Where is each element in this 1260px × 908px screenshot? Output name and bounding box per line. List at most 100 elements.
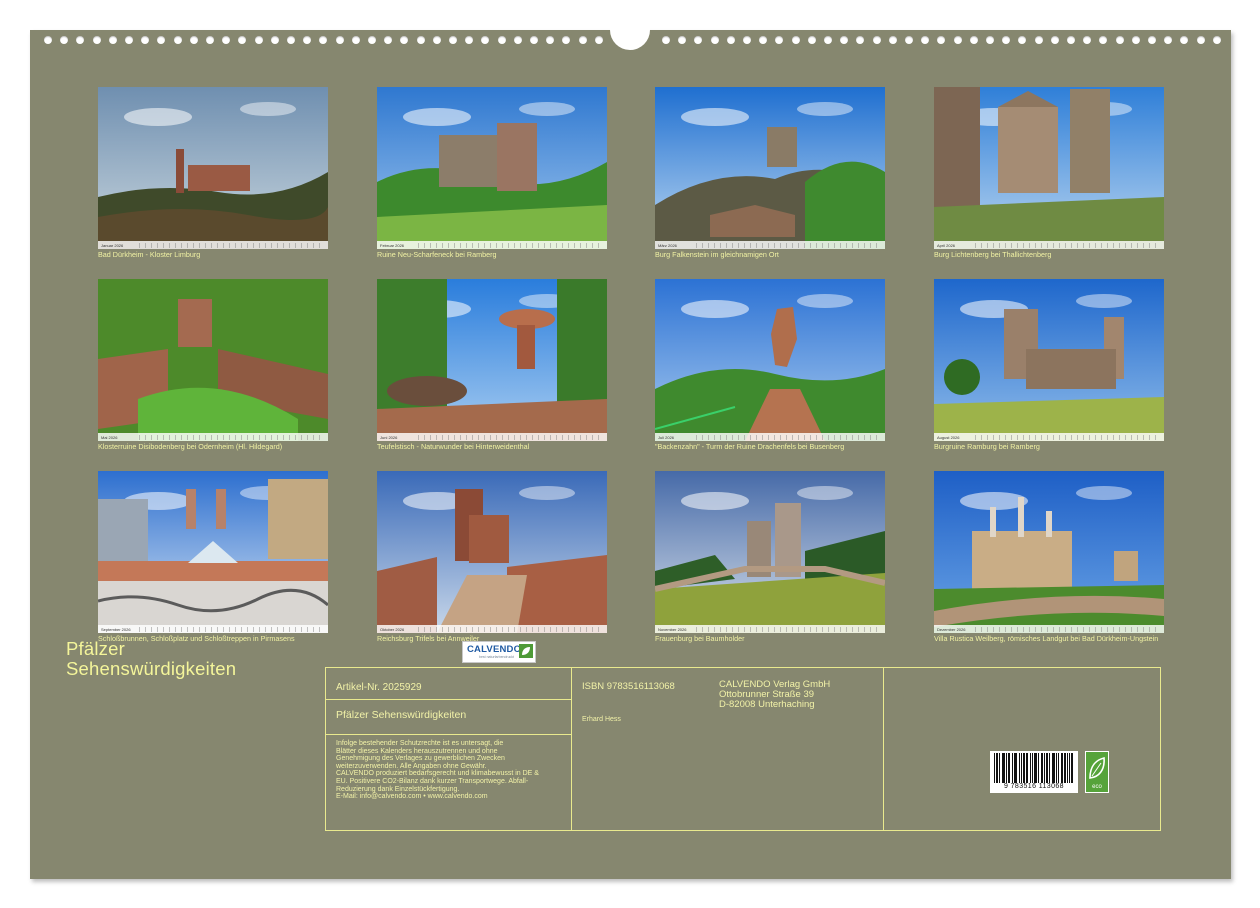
mini-calendar-month: Februar 2026 [380, 242, 405, 248]
binding-hole [694, 36, 703, 44]
calvendo-logo-text: CALVENDO [467, 644, 522, 655]
mini-calendar-strip: Dezember 2026 [934, 625, 1164, 633]
binding-hole [937, 36, 946, 44]
binding-hole [546, 36, 555, 44]
binding-hole [1083, 36, 1092, 44]
photo-caption: Villa Rustica Weilberg, römisches Landgu… [934, 634, 1159, 643]
binding-hole [481, 36, 490, 44]
month-photo: November 2026 [655, 471, 885, 633]
photo-caption: Burgruine Ramburg bei Ramberg [934, 442, 1040, 451]
isbn-barcode: 9 783516 113068 [990, 751, 1078, 793]
binding-hole [710, 36, 719, 44]
binding-hole [888, 36, 897, 44]
binding-hole [775, 36, 784, 44]
month-photo: April 2026 [934, 87, 1164, 249]
photo-caption: Bad Dürkheim - Kloster Limburg [98, 250, 201, 259]
mini-calendar-month: März 2026 [658, 242, 677, 248]
mini-calendar-days [696, 626, 882, 632]
binding-hole [791, 36, 800, 44]
binding-hole [157, 36, 166, 44]
binding-hole [125, 36, 133, 44]
binding-hole [173, 36, 182, 44]
eco-badge: eco [1085, 751, 1109, 793]
legal-line: Genehmigung des Verlages zu gewerblichen… [336, 755, 505, 763]
binding-hole [270, 36, 279, 44]
binding-hole [840, 36, 849, 44]
mini-calendar-days [139, 434, 325, 440]
photo-caption: Frauenburg bei Baumholder [655, 634, 745, 643]
leaf-icon [519, 644, 533, 658]
legal-line: Infolge bestehender Schutzrechte ist es … [336, 740, 504, 747]
mini-calendar-strip: November 2026 [655, 625, 885, 633]
calendar-title: Pfälzer Sehenswürdigkeiten [66, 639, 296, 679]
binding-hole [1067, 36, 1075, 44]
mini-calendar-month: Dezember 2026 [937, 626, 966, 632]
binding-hole [238, 36, 247, 44]
legal-line: EU. Positivere CO2-Bilanz dank kurzer Tr… [336, 777, 529, 785]
binding-hole [662, 36, 670, 44]
binding-hole [969, 36, 978, 44]
mini-calendar-strip: Januar 2026 [98, 241, 328, 249]
month-photo: Oktober 2026 [377, 471, 607, 633]
binding-hole [416, 36, 425, 44]
mini-calendar-days [418, 434, 604, 440]
binding-hole [986, 36, 994, 44]
binding-hole [743, 36, 751, 44]
binding-hole [351, 36, 360, 44]
binding-hole [678, 36, 687, 44]
binding-hole [953, 36, 962, 44]
mini-calendar-strip: Februar 2026 [377, 241, 607, 249]
binding-hole [303, 36, 312, 44]
binding-hole [1002, 36, 1011, 44]
author: Erhard Hess [582, 716, 621, 723]
binding-hole [44, 36, 52, 44]
binding-hole [1180, 36, 1189, 44]
mini-calendar-strip: Mai 2026 [98, 433, 328, 441]
month-photo: September 2026 [98, 471, 328, 633]
publisher-address: CALVENDO Verlag GmbH Ottobrunner Straße … [719, 680, 830, 709]
barcode-lines [994, 753, 1073, 783]
binding-hole [497, 36, 506, 44]
binding-hole [1164, 36, 1173, 44]
binding-hole [92, 36, 101, 44]
month-photo: März 2026 [655, 87, 885, 249]
binding-hole [1196, 36, 1205, 44]
month-photo: Juli 2026 [655, 279, 885, 441]
binding-hole [206, 36, 214, 44]
mini-calendar-days [696, 434, 882, 440]
binding-hole [368, 36, 376, 44]
legal-line: E-Mail: info@calvendo.com • www.calvendo… [336, 793, 488, 801]
binding-hole [759, 36, 768, 44]
mini-calendar-month: Oktober 2026 [380, 626, 405, 632]
mini-calendar-strip: September 2026 [98, 625, 328, 633]
photo-caption: Burg Falkenstein im gleichnamigen Ort [655, 250, 779, 259]
mini-calendar-days [975, 626, 1161, 632]
info-box-barcode [883, 667, 1161, 831]
binding-hole [287, 36, 295, 44]
binding-hole [594, 36, 603, 44]
binding-hole [432, 36, 441, 44]
legal-line: Blätter dieses Kalenders herauszutrennen… [336, 747, 498, 755]
mini-calendar-month: Juli 2026 [658, 434, 675, 440]
calendar-title-line-1: Pfälzer [66, 638, 125, 659]
month-photo: Mai 2026 [98, 279, 328, 441]
article-number: Artikel-Nr. 2025929 [336, 682, 422, 693]
mini-calendar-days [975, 242, 1161, 248]
binding-hole [856, 36, 865, 44]
eco-label: eco [1092, 784, 1102, 790]
mini-calendar-month: Januar 2026 [101, 242, 124, 248]
mini-calendar-strip: Oktober 2026 [377, 625, 607, 633]
month-photo: Dezember 2026 [934, 471, 1164, 633]
mini-calendar-month: Mai 2026 [101, 434, 118, 440]
binding-hole [726, 36, 735, 44]
month-photo: Januar 2026 [98, 87, 328, 249]
mini-calendar-days [139, 242, 325, 248]
mini-calendar-month: April 2026 [937, 242, 956, 248]
binding-hole [465, 36, 474, 44]
mini-calendar-days [418, 242, 604, 248]
binding-hole [222, 36, 231, 44]
binding-hole [1018, 36, 1027, 44]
mini-calendar-days [418, 626, 604, 632]
mini-calendar-month: August 2026 [937, 434, 960, 440]
mini-calendar-strip: Juni 2026 [377, 433, 607, 441]
